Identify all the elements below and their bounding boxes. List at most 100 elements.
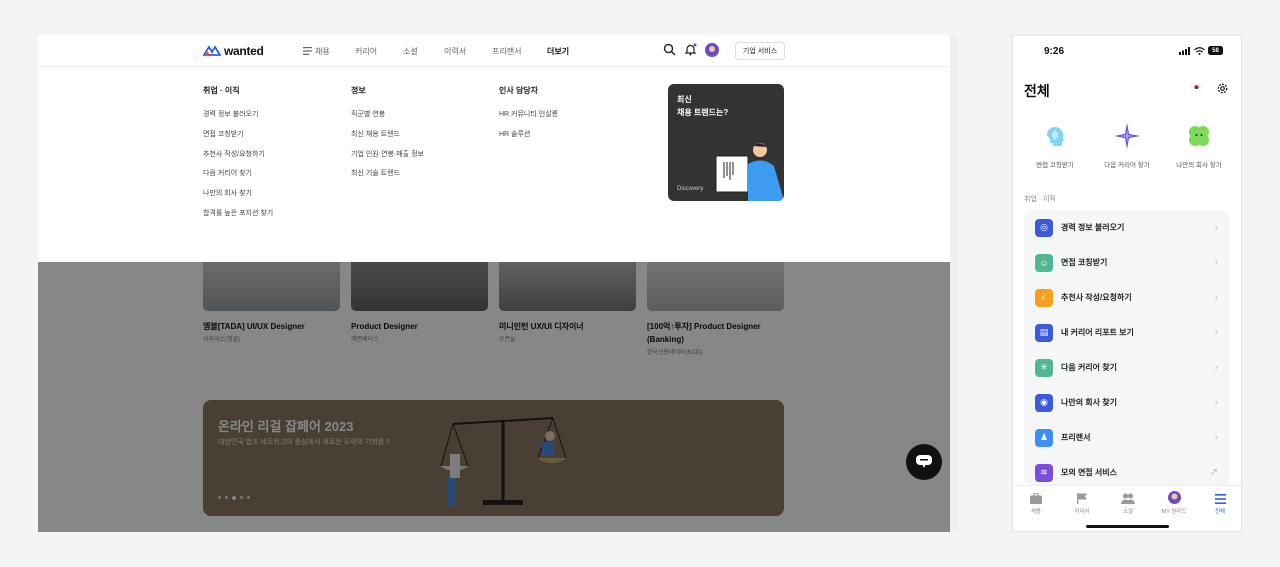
mega-item[interactable]: 나만의 회사 찾기 [203, 188, 273, 208]
ai-head-icon [1047, 127, 1065, 146]
status-bar: 9:26 58 [1013, 36, 1241, 66]
menu-item-label: 내 커리어 리포트 보기 [1061, 328, 1134, 337]
mega-column-heading: 정보 [351, 86, 366, 95]
business-service-button[interactable]: 기업 서비스 [735, 42, 785, 60]
person-icon: ♟ [1035, 428, 1053, 447]
chat-bubble-icon [916, 455, 932, 468]
mega-column-heading: 인사 담당자 [499, 86, 539, 95]
quick-link-label: 나만의 회사 찾기 [1176, 162, 1222, 169]
mega-item[interactable]: 합격률 높은 포지션 찾기 [203, 208, 273, 228]
nav-freelancer[interactable]: 프리랜서 [492, 46, 521, 57]
settings-gear-icon[interactable] [1216, 82, 1229, 95]
avatar-icon [1151, 491, 1197, 504]
scrollbar[interactable] [950, 35, 958, 532]
menu-item[interactable]: ✳ 다음 커리어 찾기 › [1024, 350, 1230, 385]
menu-item-label: 프리랜서 [1061, 433, 1091, 442]
language-flag-icon[interactable] [1190, 82, 1203, 93]
status-time: 9:26 [1044, 46, 1065, 57]
quick-link-label: 면접 코칭받기 [1036, 162, 1074, 169]
mobile-screen: 9:26 58 전체 면접 코칭받기 다음 커리어 찾기 나만의 회사 찾기 취… [1012, 35, 1242, 532]
tab-flag[interactable]: 커리어 [1059, 491, 1105, 515]
tab-briefcase[interactable]: 채용 [1013, 491, 1059, 515]
menu-item-label: 면접 코칭받기 [1061, 258, 1108, 267]
sparkle-icon: ✳ [1035, 358, 1053, 377]
chevron-right-icon: › [1214, 432, 1218, 443]
nav-resume[interactable]: 이력서 [444, 46, 466, 57]
mega-column-hr: 인사 담당자 HR 커뮤니티 인살롱 HR 솔루션 [499, 85, 558, 149]
face-icon: ☺ [1035, 253, 1053, 272]
flag-icon [1059, 491, 1105, 504]
nav-more[interactable]: 더보기 [547, 46, 569, 57]
briefcase-icon [1013, 491, 1059, 504]
audio-icon: ≋ [1035, 463, 1053, 482]
tab-label: 전체 [1214, 509, 1226, 515]
report-icon: ▤ [1035, 323, 1053, 342]
sparkle-icon [1114, 123, 1140, 149]
external-link-icon: ↗ [1209, 467, 1218, 478]
clover-icon [1189, 126, 1209, 146]
tab-label: 채용 [1030, 509, 1042, 515]
chevron-right-icon: › [1214, 222, 1218, 233]
thumbs-up-icon: ✓ [1035, 288, 1053, 307]
menu-list: ◎ 경력 정보 불러오기 › ☺ 면접 코칭받기 › ✓ 추천사 작성/요청하기 › ▤ 내 커리어… [1024, 210, 1230, 485]
menu-item[interactable]: ▤ 내 커리어 리포트 보기 › [1024, 315, 1230, 350]
section-label: 취업 · 이직 [1024, 196, 1056, 203]
menu-icon [1197, 491, 1241, 504]
mega-column-job: 취업 · 이직 경력 정보 불러오기 면접 코칭받기 추천사 작성/요청하기 다… [203, 85, 273, 228]
mega-item[interactable]: 경력 정보 불러오기 [203, 109, 273, 129]
menu-item-label: 모의 면접 서비스 [1061, 468, 1117, 477]
mega-item[interactable]: HR 커뮤니티 인살롱 [499, 109, 558, 129]
top-navigation: wanted 채용 커리어 소셜 이력서 프리랜서 더보기 기업 서비스 [38, 35, 950, 67]
trend-promo-card[interactable]: 최신 채용 트렌드는? Discovery [668, 84, 784, 201]
mega-item[interactable]: 최신 기술 트렌드 [351, 168, 424, 188]
tab-people[interactable]: 소셜 [1105, 491, 1151, 515]
nav-social[interactable]: 소셜 [403, 46, 418, 57]
chevron-right-icon: › [1214, 257, 1218, 268]
mega-item[interactable]: 면접 코칭받기 [203, 129, 273, 149]
chat-button[interactable] [906, 444, 942, 480]
menu-item[interactable]: ♟ 프리랜서 › [1024, 420, 1230, 455]
quick-link-interview[interactable]: 면접 코칭받기 [1019, 123, 1091, 169]
notification-bell-icon[interactable] [684, 43, 697, 56]
menu-item[interactable]: ◉ 나만의 회사 찾기 › [1024, 385, 1230, 420]
menu-item[interactable]: ✓ 추천사 작성/요청하기 › [1024, 280, 1230, 315]
mega-item[interactable]: 직군별 연봉 [351, 109, 424, 129]
tab-label: MY 원티드 [1161, 509, 1187, 515]
menu-item[interactable]: ◎ 경력 정보 불러오기 › [1024, 210, 1230, 245]
promo-tag: Discovery [677, 186, 704, 192]
search-icon[interactable] [663, 43, 676, 56]
quick-link-label: 다음 커리어 찾기 [1104, 162, 1150, 169]
target-icon: ◎ [1035, 218, 1053, 237]
mega-item[interactable]: 최신 채용 트렌드 [351, 129, 424, 149]
mega-item[interactable]: 기업 인원·연봉·매출 정보 [351, 149, 424, 169]
mega-menu: 취업 · 이직 경력 정보 불러오기 면접 코칭받기 추천사 작성/요청하기 다… [38, 67, 950, 262]
page-title: 전체 [1024, 83, 1050, 99]
dim-overlay[interactable] [38, 262, 958, 532]
menu-item-label: 다음 커리어 찾기 [1061, 363, 1117, 372]
menu-icon[interactable] [303, 47, 312, 55]
tab-menu[interactable]: 전체 [1197, 491, 1241, 515]
wifi-icon [1194, 47, 1205, 55]
tab-avatar[interactable]: MY 원티드 [1151, 491, 1197, 515]
mega-item[interactable]: 추천사 작성/요청하기 [203, 149, 273, 169]
menu-item-label: 나만의 회사 찾기 [1061, 398, 1117, 407]
menu-item-label: 추천사 작성/요청하기 [1061, 293, 1132, 302]
profile-avatar[interactable] [705, 43, 719, 57]
quick-link-company[interactable]: 나만의 회사 찾기 [1163, 123, 1235, 169]
mega-item[interactable]: 다음 커리어 찾기 [203, 168, 273, 188]
signal-icon [1179, 47, 1190, 55]
mega-item[interactable]: HR 솔루션 [499, 129, 558, 149]
desktop-window: wanted 채용 커리어 소셜 이력서 프리랜서 더보기 기업 서비스 취업 … [38, 35, 958, 532]
people-icon [1105, 491, 1151, 504]
nav-jobs[interactable]: 채용 [315, 46, 330, 57]
menu-item-label: 경력 정보 불러오기 [1061, 223, 1125, 232]
logo-text: wanted [224, 44, 264, 58]
menu-item[interactable]: ☺ 면접 코칭받기 › [1024, 245, 1230, 280]
quick-link-next-career[interactable]: 다음 커리어 찾기 [1091, 123, 1163, 169]
wanted-logo[interactable]: wanted [203, 44, 264, 58]
company-icon: ◉ [1035, 393, 1053, 412]
home-indicator [1086, 525, 1169, 528]
battery-indicator: 58 [1208, 46, 1223, 55]
nav-career[interactable]: 커리어 [355, 46, 377, 57]
chevron-right-icon: › [1214, 292, 1218, 303]
